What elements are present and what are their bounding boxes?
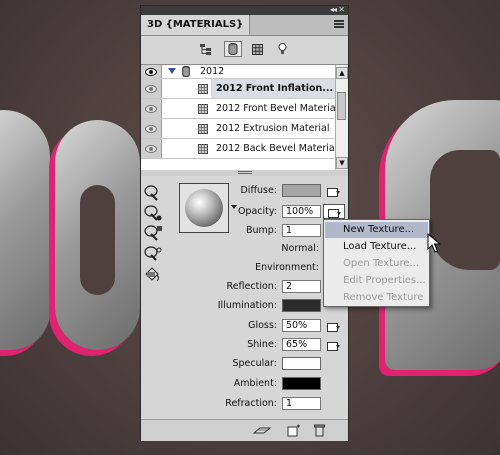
new-light-icon[interactable] [287, 424, 301, 437]
material-sample-tool-icon[interactable] [143, 224, 163, 242]
material-list: 2012 2012 Front Inflation... 2012 Front … [141, 64, 348, 172]
illumination-color-swatch[interactable] [282, 299, 321, 312]
scene-filter-button[interactable] [197, 41, 215, 57]
material-drop-tool-icon[interactable] [143, 184, 163, 202]
shine-label: Shine: [247, 339, 277, 350]
list-item[interactable]: 2012 Front Inflation... [141, 79, 335, 99]
refraction-field[interactable]: 1 [282, 397, 321, 410]
texture-context-menu: New Texture... Load Texture... Open Text… [323, 219, 430, 307]
material-grid-icon [198, 104, 208, 114]
toggle-ground-plane-icon[interactable] [253, 425, 271, 436]
scroll-down-arrow-icon[interactable]: ▼ [336, 157, 348, 169]
shine-field[interactable]: 65% [282, 338, 321, 351]
menu-item-open-texture: Open Texture... [343, 258, 420, 269]
specular-color-swatch[interactable] [282, 357, 321, 370]
materials-grid-icon [251, 43, 263, 55]
opacity-texture-folder-icon [328, 207, 341, 218]
list-item-label: 2012 Extrusion Material [216, 123, 330, 134]
material-select-tool-icon[interactable] [143, 204, 163, 222]
diffuse-color-swatch[interactable] [282, 184, 321, 197]
diffuse-texture-folder-icon[interactable] [327, 186, 340, 197]
expand-triangle-icon[interactable] [168, 68, 176, 74]
visibility-eye-icon[interactable] [141, 99, 162, 118]
opacity-texture-button[interactable] [323, 204, 345, 219]
light-target-tool-icon[interactable] [143, 244, 163, 262]
menu-item-new-texture[interactable]: New Texture... [325, 222, 428, 238]
diffuse-label: Diffuse: [240, 185, 277, 196]
mesh-filter-button[interactable] [224, 41, 242, 57]
normal-label: Normal: [281, 243, 319, 254]
refraction-label: Refraction: [225, 398, 277, 409]
light-bulb-icon [278, 43, 286, 54]
material-grid-icon [198, 144, 208, 154]
shine-texture-folder-icon[interactable] [327, 340, 340, 351]
illumination-label: Illumination: [217, 300, 277, 311]
trash-icon[interactable] [314, 424, 325, 437]
list-item-label: 2012 Front Inflation... [216, 83, 334, 94]
panel-titlebar: ◂◂ ✕ [141, 5, 348, 15]
visibility-eye-icon[interactable] [141, 139, 162, 158]
gloss-label: Gloss: [248, 320, 277, 331]
list-scrollbar[interactable]: ▲ ▼ [335, 65, 348, 171]
menu-item-load-texture[interactable]: Load Texture... [325, 239, 428, 255]
list-item[interactable]: 2012 Front Bevel Material [141, 99, 339, 119]
gloss-texture-folder-icon[interactable] [327, 321, 340, 332]
scroll-thumb[interactable] [337, 92, 346, 120]
menu-item-edit-properties: Edit Properties... [343, 275, 426, 286]
mouse-cursor-icon [427, 233, 441, 253]
list-item-label: 2012 Back Bevel Material [216, 143, 338, 154]
scene-tree-icon [200, 43, 211, 55]
gloss-field[interactable]: 50% [282, 319, 321, 332]
material-preview-sphere [185, 189, 223, 227]
panel-tabbar: 3D {MATERIALS} [141, 15, 348, 36]
specular-label: Specular: [232, 358, 277, 369]
panel-footer [141, 419, 348, 441]
mesh-cylinder-icon [228, 43, 238, 55]
bump-field[interactable]: 1 [282, 224, 321, 237]
reflection-label: Reflection: [226, 281, 277, 292]
lights-filter-button[interactable] [273, 41, 291, 57]
materials-panel: ◂◂ ✕ 3D {MATERIALS} 2012 2012 Front Infl… [140, 5, 349, 441]
background-3d-text-left [0, 110, 50, 350]
opacity-field[interactable]: 100% [282, 205, 321, 218]
list-item-label: 2012 [200, 66, 225, 77]
background-3d-digit-zero-hole [80, 185, 115, 295]
material-grid-icon [198, 124, 208, 134]
panel-menu-icon[interactable] [334, 20, 344, 29]
ambient-color-swatch[interactable] [282, 377, 321, 390]
tab-3d-materials[interactable]: 3D {MATERIALS} [141, 15, 251, 35]
visibility-eye-icon[interactable] [141, 119, 162, 138]
opacity-label: Opacity: [237, 206, 277, 217]
material-preview-thumbnail[interactable] [179, 183, 229, 233]
filter-toolbar [141, 36, 348, 64]
materials-filter-button[interactable] [248, 41, 266, 57]
material-grid-icon [198, 84, 208, 94]
paint-bucket-tool-icon[interactable] [143, 266, 163, 284]
visibility-eye-icon[interactable] [141, 79, 162, 98]
close-icon[interactable]: ✕ [338, 5, 345, 14]
scroll-up-arrow-icon[interactable]: ▲ [336, 67, 348, 79]
list-item-label: 2012 Front Bevel Material [216, 103, 339, 114]
bump-label: Bump: [245, 225, 277, 236]
reflection-field[interactable]: 2 [282, 280, 321, 293]
collapse-icon[interactable]: ◂◂ [330, 5, 337, 14]
panel-resize-divider[interactable] [141, 170, 348, 176]
environment-label: Environment: [255, 262, 319, 273]
mesh-cylinder-icon [182, 66, 190, 77]
list-item-root[interactable]: 2012 [141, 65, 335, 79]
menu-item-remove-texture: Remove Texture [343, 292, 424, 303]
list-item[interactable]: 2012 Back Bevel Material [141, 139, 338, 159]
visibility-eye-icon[interactable] [141, 65, 162, 78]
material-picker-arrow-icon[interactable] [231, 205, 237, 209]
ambient-label: Ambient: [233, 378, 277, 389]
list-item[interactable]: 2012 Extrusion Material [141, 119, 335, 139]
